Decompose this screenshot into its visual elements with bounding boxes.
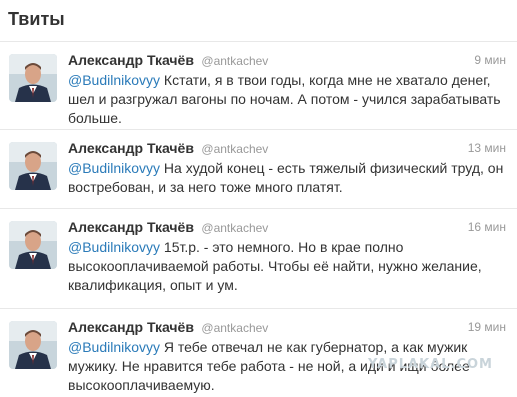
avatar[interactable] xyxy=(9,321,57,369)
avatar[interactable] xyxy=(9,142,57,190)
mention-link[interactable]: @Budilnikovyy xyxy=(68,72,160,88)
tweet-header: Александр Ткачёв @antkachev 13 мин xyxy=(68,140,506,158)
tweet-item[interactable]: Александр Ткачёв @antkachev 16 мин @Budi… xyxy=(0,209,517,309)
author-handle[interactable]: @antkachev xyxy=(201,54,268,68)
tweet-item[interactable]: Александр Ткачёв @antkachev 9 мин @Budil… xyxy=(0,42,517,130)
timeline-header: Твиты xyxy=(0,0,517,42)
tweet-timestamp[interactable]: 16 мин xyxy=(468,220,506,234)
mention-link[interactable]: @Budilnikovyy xyxy=(68,339,160,355)
mention-link[interactable]: @Budilnikovyy xyxy=(68,239,160,255)
user-photo-icon xyxy=(9,54,57,102)
author-handle[interactable]: @antkachev xyxy=(201,221,268,235)
tweet-timestamp[interactable]: 19 мин xyxy=(468,320,506,334)
avatar[interactable] xyxy=(9,54,57,102)
tweet-text: @Budilnikovyy Кстати, я в твои годы, ког… xyxy=(68,71,505,128)
page-title: Твиты xyxy=(8,9,65,29)
user-photo-icon xyxy=(9,221,57,269)
author-name[interactable]: Александр Ткачёв xyxy=(68,140,194,156)
tweet-header: Александр Ткачёв @antkachev 9 мин xyxy=(68,52,506,70)
tweet-timestamp[interactable]: 13 мин xyxy=(468,141,506,155)
user-photo-icon xyxy=(9,321,57,369)
author-name[interactable]: Александр Ткачёв xyxy=(68,219,194,235)
author-handle[interactable]: @antkachev xyxy=(201,142,268,156)
user-photo-icon xyxy=(9,142,57,190)
author-handle[interactable]: @antkachev xyxy=(201,321,268,335)
tweet-header: Александр Ткачёв @antkachev 19 мин xyxy=(68,319,506,337)
avatar[interactable] xyxy=(9,221,57,269)
tweet-item[interactable]: Александр Ткачёв @antkachev 19 мин @Budi… xyxy=(0,309,517,397)
tweet-timestamp[interactable]: 9 мин xyxy=(474,53,506,67)
mention-link[interactable]: @Budilnikovyy xyxy=(68,160,160,176)
tweet-text: @Budilnikovyy На худой конец - есть тяже… xyxy=(68,159,505,197)
tweet-text: @Budilnikovyy 15т.р. - это немного. Но в… xyxy=(68,238,505,295)
tweet-item[interactable]: Александр Ткачёв @antkachev 13 мин @Budi… xyxy=(0,130,517,209)
tweet-header: Александр Ткачёв @antkachev 16 мин xyxy=(68,219,506,237)
author-name[interactable]: Александр Ткачёв xyxy=(68,52,194,68)
author-name[interactable]: Александр Ткачёв xyxy=(68,319,194,335)
tweet-list: Александр Ткачёв @antkachev 9 мин @Budil… xyxy=(0,42,517,397)
site-watermark: YAPLAKAL.COM xyxy=(368,357,493,372)
